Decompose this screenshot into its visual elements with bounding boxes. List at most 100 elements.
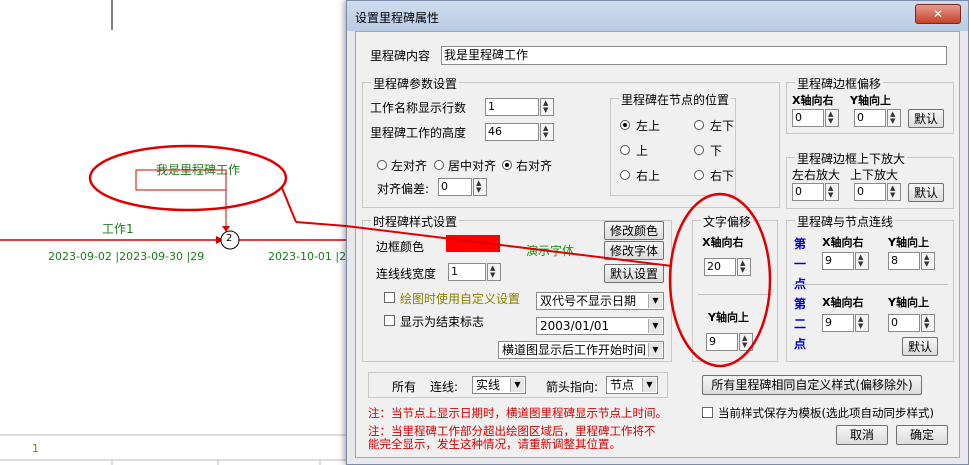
p2-x-spinner[interactable]: ▲ ▼ (855, 314, 869, 332)
note-2b: 能完全显示，发生这种情况，请重新调整其位置。 (368, 437, 621, 451)
p2-y-spinner[interactable]: ▲ ▼ (921, 314, 935, 332)
align-left-radio[interactable] (377, 160, 387, 170)
pos-top-label[interactable]: 上 (636, 142, 648, 159)
border-offset-default-button[interactable]: 默认 (908, 109, 944, 128)
demo-font-label: 演示字体 (526, 244, 575, 258)
height-spinner[interactable]: ▲ ▼ (540, 123, 554, 141)
modify-color-button[interactable]: 修改颜色 (604, 221, 664, 240)
text-offset-x-input[interactable]: 20 (704, 258, 736, 276)
custom-draw-label[interactable]: 绘图时使用自定义设置 (400, 290, 520, 307)
cancel-button[interactable]: 取消 (836, 425, 888, 445)
dialog-title: 设置里程碑属性 (355, 11, 440, 25)
line-width-spinner[interactable]: ▲ ▼ (487, 263, 501, 281)
custom-draw-checkbox[interactable] (384, 292, 395, 303)
border-scale-title: 里程碑边框上下放大 (795, 150, 908, 167)
chevron-down-icon[interactable]: ▼ (510, 378, 524, 392)
border-scale-lr-input[interactable]: 0 (792, 183, 824, 201)
params-group-title: 里程碑参数设置 (371, 75, 460, 92)
position-group-title: 里程碑在节点的位置 (619, 91, 732, 108)
border-offset-x-label: X轴向右 (792, 94, 834, 107)
rows-input[interactable]: 1 (485, 98, 539, 116)
p1-y-input[interactable]: 8 (888, 252, 920, 270)
p1-y-label: Y轴向上 (888, 236, 929, 249)
align-left-label[interactable]: 左对齐 (391, 157, 427, 174)
bar-mode-value: 横道图显示后工作开始时间 (502, 343, 647, 357)
date-mode-select[interactable]: 双代号不显示日期 ▼ (536, 292, 664, 310)
border-color-swatch[interactable] (446, 235, 500, 252)
chevron-down-icon[interactable]: ▼ (642, 378, 656, 392)
text-offset-divider (698, 294, 772, 295)
note-1: 注：当节点上显示日期时，横道图里程碑显示节点上时间。 (368, 406, 667, 420)
height-input[interactable]: 46 (485, 123, 539, 141)
border-scale-ud-spinner[interactable]: ▲ ▼ (887, 183, 901, 201)
all-label: 所有 (392, 380, 417, 394)
node-link-default-button[interactable]: 默认 (902, 337, 938, 356)
pos-bottom-left-label[interactable]: 左下 (710, 117, 734, 134)
default-settings-button[interactable]: 默认设置 (604, 264, 664, 283)
p1-x-label: X轴向右 (822, 236, 864, 249)
p1-x-input[interactable]: 9 (822, 252, 854, 270)
pos-top-right-label[interactable]: 右上 (636, 167, 660, 184)
p2-y-label: Y轴向上 (888, 296, 929, 309)
save-template-checkbox[interactable] (702, 407, 713, 418)
apply-all-button[interactable]: 所有里程碑相同自定义样式(偏移除外) (702, 375, 922, 395)
border-offset-x-spinner[interactable]: ▲ ▼ (825, 109, 839, 127)
pos-bottom-radio[interactable] (694, 145, 704, 155)
drawing-canvas: 我是里程碑工作 工作1 2 2023-09-02 |2023-09-30 |29… (0, 0, 353, 465)
p1-y-spinner[interactable]: ▲ ▼ (921, 252, 935, 270)
node-link-title: 里程碑与节点连线 (795, 213, 896, 230)
milestone-dialog: 设置里程碑属性 ✕ 里程碑内容 我是里程碑工作 里程碑参数设置 工作名称显示行数… (346, 0, 969, 465)
bar-mode-select[interactable]: 横道图显示后工作开始时间 ▼ (498, 341, 664, 359)
pos-top-left-radio[interactable] (620, 120, 630, 130)
text-offset-y-spinner[interactable]: ▲ ▼ (739, 333, 753, 351)
save-template-label[interactable]: 当前样式保存为模板(选此项自动同步样式) (718, 405, 934, 421)
text-offset-y-input[interactable]: 9 (706, 333, 738, 351)
pos-bottom-left-radio[interactable] (694, 120, 704, 130)
pos-bottom-label[interactable]: 下 (710, 142, 722, 159)
rows-spinner[interactable]: ▲ ▼ (540, 98, 554, 116)
border-offset-y-label: Y轴向上 (850, 94, 891, 107)
border-offset-y-input[interactable]: 0 (854, 109, 886, 127)
date-right: 2023-10-01 |20 (268, 250, 354, 263)
chevron-down-icon[interactable]: ▼ (648, 294, 662, 308)
p2-y-input[interactable]: 0 (888, 314, 920, 332)
ok-button[interactable]: 确定 (896, 425, 948, 445)
align-right-radio[interactable] (502, 160, 512, 170)
offset-spinner[interactable]: ▲ ▼ (473, 178, 487, 196)
pos-top-radio[interactable] (620, 145, 630, 155)
line-type-value: 实线 (476, 378, 501, 392)
border-offset-y-spinner[interactable]: ▲ ▼ (887, 109, 901, 127)
border-offset-x-input[interactable]: 0 (792, 109, 824, 127)
line-width-input[interactable]: 1 (448, 263, 486, 281)
annotation-ellipse (88, 144, 288, 212)
text-offset-y-label: Y轴向上 (708, 311, 749, 324)
offset-input[interactable]: 0 (438, 178, 472, 196)
arrow-target-select[interactable]: 节点 ▼ (606, 376, 658, 394)
end-mark-label[interactable]: 显示为结束标志 (400, 313, 484, 330)
border-scale-default-button[interactable]: 默认 (908, 183, 944, 202)
pos-bottom-right-label[interactable]: 右下 (710, 167, 734, 184)
align-center-label[interactable]: 居中对齐 (448, 157, 496, 174)
end-mark-checkbox[interactable] (384, 315, 395, 326)
pos-bottom-right-radio[interactable] (694, 170, 704, 180)
p1-x-spinner[interactable]: ▲ ▼ (855, 252, 869, 270)
content-input[interactable]: 我是里程碑工作 (441, 46, 947, 65)
line-type-select[interactable]: 实线 ▼ (472, 376, 526, 394)
date-value-select[interactable]: 2003/01/01 ▼ (536, 317, 664, 335)
modify-font-button[interactable]: 修改字体 (604, 241, 664, 260)
pos-top-left-label[interactable]: 左上 (636, 117, 660, 134)
text-offset-x-spinner[interactable]: ▲ ▼ (737, 258, 751, 276)
close-button[interactable]: ✕ (915, 4, 961, 24)
date-left: 2023-09-02 |2023-09-30 |29 (48, 250, 205, 263)
chevron-down-icon[interactable]: ▼ (648, 343, 662, 357)
border-scale-lr-spinner[interactable]: ▲ ▼ (825, 183, 839, 201)
p2-x-input[interactable]: 9 (822, 314, 854, 332)
border-scale-lr-label: 左右放大 (792, 168, 841, 182)
align-center-radio[interactable] (434, 160, 444, 170)
pos-top-right-radio[interactable] (620, 170, 630, 180)
chevron-down-icon[interactable]: ▼ (648, 319, 662, 333)
dialog-titlebar[interactable]: 设置里程碑属性 ✕ (347, 1, 968, 31)
border-color-label: 边框颜色 (376, 240, 425, 254)
align-right-label[interactable]: 右对齐 (516, 157, 552, 174)
border-scale-ud-input[interactable]: 0 (854, 183, 886, 201)
